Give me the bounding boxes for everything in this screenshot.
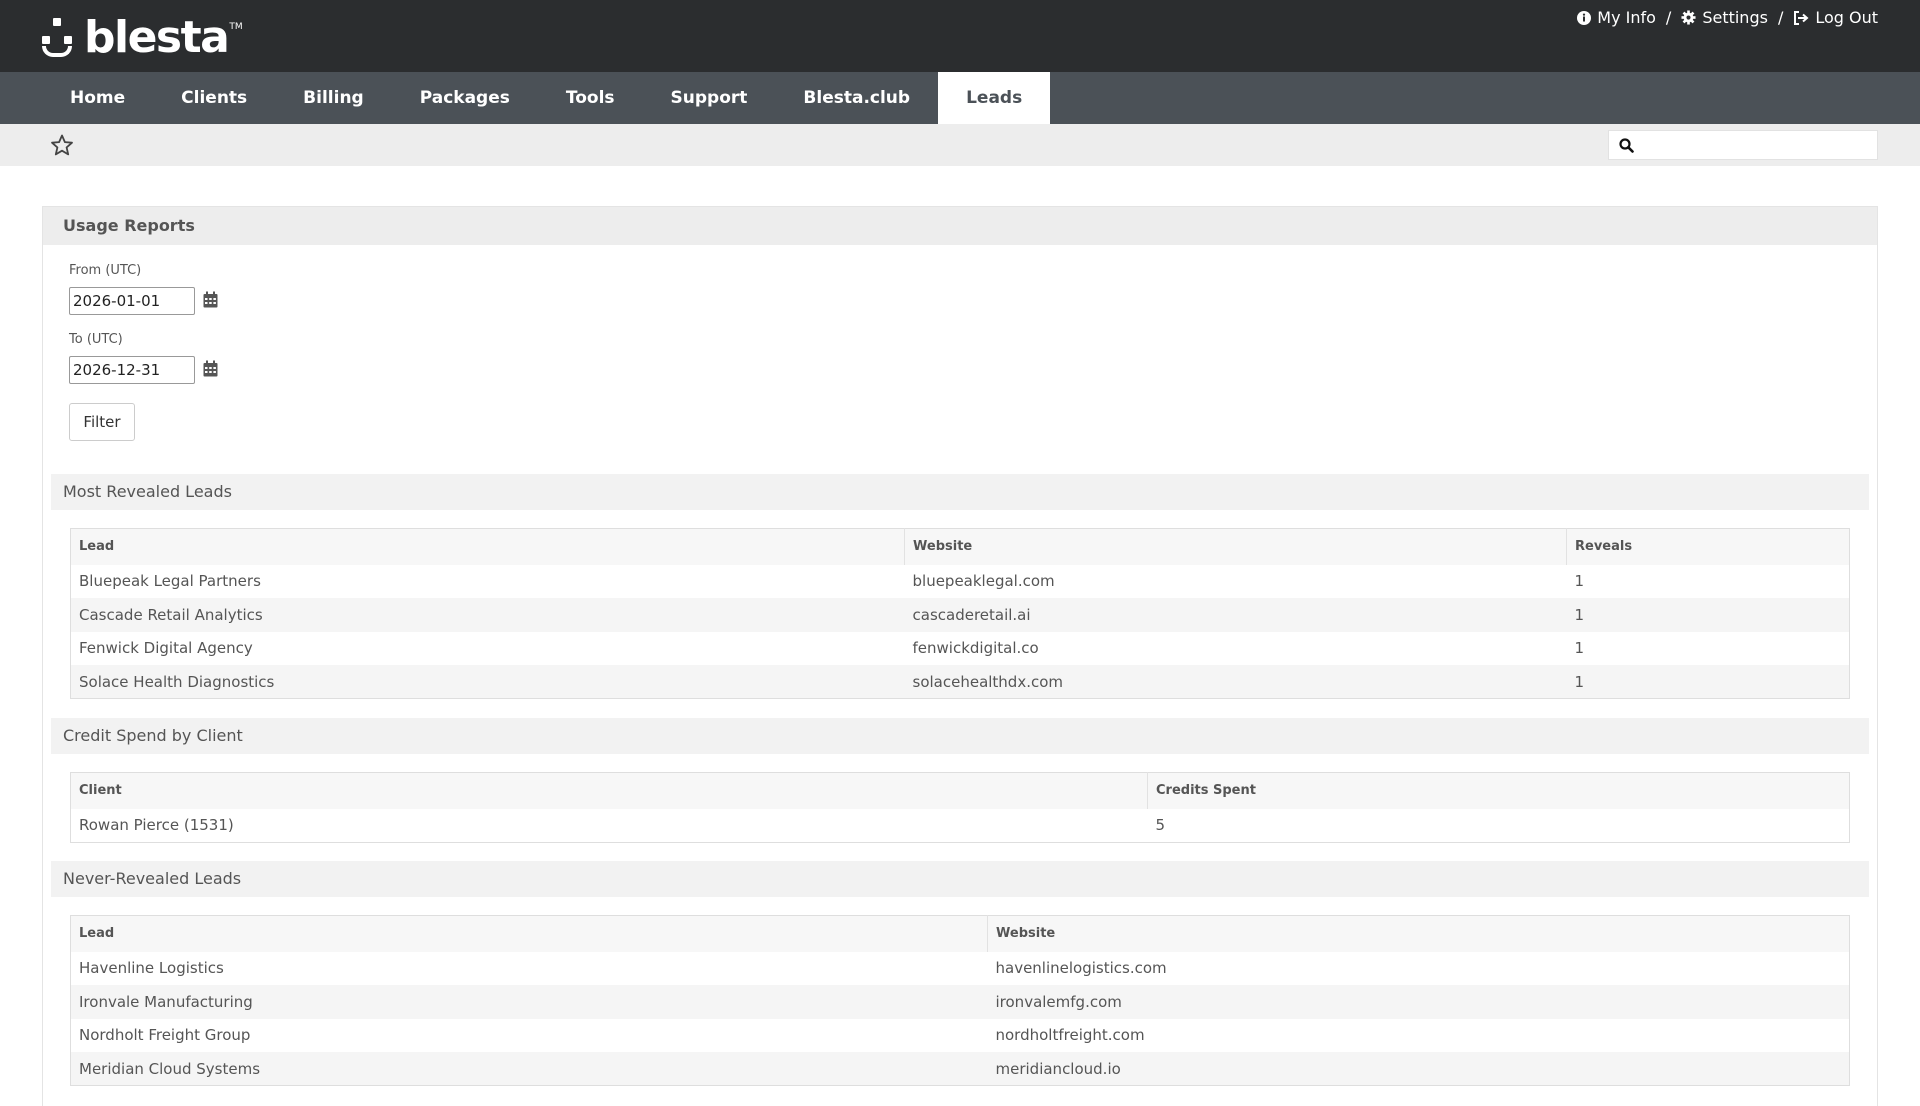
- main-nav-bar: Home Clients Billing Packages Tools Supp…: [0, 72, 1920, 124]
- info-circle-icon: [1577, 10, 1592, 25]
- calendar-icon[interactable]: [203, 360, 218, 377]
- gear-icon: [1681, 10, 1696, 25]
- reveals-cell: 1: [1566, 598, 1850, 632]
- most-revealed-table: Lead Website Reveals Bluepeak Legal Part…: [70, 528, 1850, 699]
- lead-cell: Bluepeak Legal Partners: [70, 564, 905, 598]
- credit-spend-section-title: Credit Spend by Client: [51, 718, 1869, 754]
- website-cell: cascaderetail.ai: [904, 598, 1567, 632]
- most-revealed-section-title: Most Revealed Leads: [51, 474, 1869, 510]
- website-cell: meridiancloud.io: [987, 1052, 1850, 1086]
- column-header-reveals[interactable]: Reveals: [1566, 528, 1850, 565]
- table-row: Nordholt Freight Group nordholtfreight.c…: [70, 1018, 1850, 1052]
- lead-cell: Nordholt Freight Group: [70, 1018, 988, 1052]
- credit-spend-table: Client Credits Spent Rowan Pierce (1531)…: [70, 772, 1850, 843]
- top-header: blesta TM My Info / Settings / Log Out: [0, 0, 1920, 72]
- usage-reports-panel: Usage Reports From (UTC) To (UTC) Filter…: [42, 206, 1878, 1106]
- search-box[interactable]: [1608, 130, 1878, 160]
- lead-cell: Fenwick Digital Agency: [70, 631, 905, 665]
- table-row: Meridian Cloud Systems meridiancloud.io: [70, 1052, 1850, 1086]
- nav-packages[interactable]: Packages: [392, 72, 538, 124]
- sub-toolbar: [0, 124, 1920, 166]
- credits-cell: 5: [1147, 808, 1850, 842]
- panel-title: Usage Reports: [43, 207, 1877, 245]
- column-header-website[interactable]: Website: [987, 915, 1850, 952]
- column-header-credits-spent[interactable]: Credits Spent: [1147, 772, 1850, 809]
- logout-icon: [1794, 10, 1809, 25]
- star-icon[interactable]: [50, 134, 74, 157]
- lead-cell: Havenline Logistics: [70, 951, 988, 985]
- reveals-cell: 1: [1566, 665, 1850, 699]
- settings-label: Settings: [1702, 8, 1768, 27]
- blesta-logo[interactable]: blesta TM: [42, 16, 243, 60]
- nav-tools[interactable]: Tools: [538, 72, 643, 124]
- lead-cell: Meridian Cloud Systems: [70, 1052, 988, 1086]
- my-info-link[interactable]: My Info: [1577, 8, 1656, 27]
- table-row: Ironvale Manufacturing ironvalemfg.com: [70, 985, 1850, 1019]
- reveals-cell: 1: [1566, 631, 1850, 665]
- link-separator: /: [1777, 8, 1784, 27]
- table-row: Solace Health Diagnostics solacehealthdx…: [70, 665, 1850, 699]
- link-separator: /: [1665, 8, 1672, 27]
- never-revealed-table: Lead Website Havenline Logistics havenli…: [70, 915, 1850, 1086]
- logo-mark: [42, 16, 82, 60]
- client-cell: Rowan Pierce (1531): [70, 808, 1148, 842]
- table-row: Havenline Logistics havenlinelogistics.c…: [70, 951, 1850, 985]
- calendar-icon[interactable]: [203, 291, 218, 308]
- column-header-client[interactable]: Client: [70, 772, 1148, 809]
- logout-link[interactable]: Log Out: [1793, 8, 1878, 27]
- logo-trademark: TM: [229, 22, 243, 32]
- table-row: Fenwick Digital Agency fenwickdigital.co…: [70, 631, 1850, 665]
- nav-blesta-club[interactable]: Blesta.club: [775, 72, 938, 124]
- table-row: Cascade Retail Analytics cascaderetail.a…: [70, 598, 1850, 632]
- user-links: My Info / Settings / Log Out: [1577, 8, 1878, 27]
- my-info-label: My Info: [1597, 8, 1656, 27]
- lead-cell: Cascade Retail Analytics: [70, 598, 905, 632]
- lead-cell: Ironvale Manufacturing: [70, 985, 988, 1019]
- column-header-lead[interactable]: Lead: [70, 528, 905, 565]
- nav-home[interactable]: Home: [42, 72, 153, 124]
- logout-label: Log Out: [1815, 8, 1878, 27]
- nav-support[interactable]: Support: [643, 72, 776, 124]
- reveals-cell: 1: [1566, 564, 1850, 598]
- table-row: Rowan Pierce (1531) 5: [70, 808, 1850, 842]
- main-nav: Home Clients Billing Packages Tools Supp…: [42, 72, 1051, 124]
- to-date-input[interactable]: [69, 356, 195, 384]
- website-cell: fenwickdigital.co: [904, 631, 1567, 665]
- column-header-lead[interactable]: Lead: [70, 915, 988, 952]
- nav-leads[interactable]: Leads: [938, 72, 1051, 124]
- settings-link[interactable]: Settings: [1681, 8, 1768, 27]
- website-cell: ironvalemfg.com: [987, 985, 1850, 1019]
- website-cell: solacehealthdx.com: [904, 665, 1567, 699]
- never-revealed-section-title: Never-Revealed Leads: [51, 861, 1869, 897]
- filter-button[interactable]: Filter: [69, 403, 135, 441]
- nav-clients[interactable]: Clients: [153, 72, 275, 124]
- website-cell: havenlinelogistics.com: [987, 951, 1850, 985]
- table-row: Bluepeak Legal Partners bluepeaklegal.co…: [70, 564, 1850, 598]
- website-cell: nordholtfreight.com: [987, 1018, 1850, 1052]
- nav-billing[interactable]: Billing: [275, 72, 392, 124]
- column-header-website[interactable]: Website: [904, 528, 1567, 565]
- search-input[interactable]: [1642, 132, 1862, 158]
- from-label: From (UTC): [69, 263, 142, 278]
- logo-wordmark: blesta: [84, 12, 230, 63]
- from-date-input[interactable]: [69, 287, 195, 315]
- search-icon: [1619, 137, 1634, 153]
- to-label: To (UTC): [69, 332, 123, 347]
- website-cell: bluepeaklegal.com: [904, 564, 1567, 598]
- lead-cell: Solace Health Diagnostics: [70, 665, 905, 699]
